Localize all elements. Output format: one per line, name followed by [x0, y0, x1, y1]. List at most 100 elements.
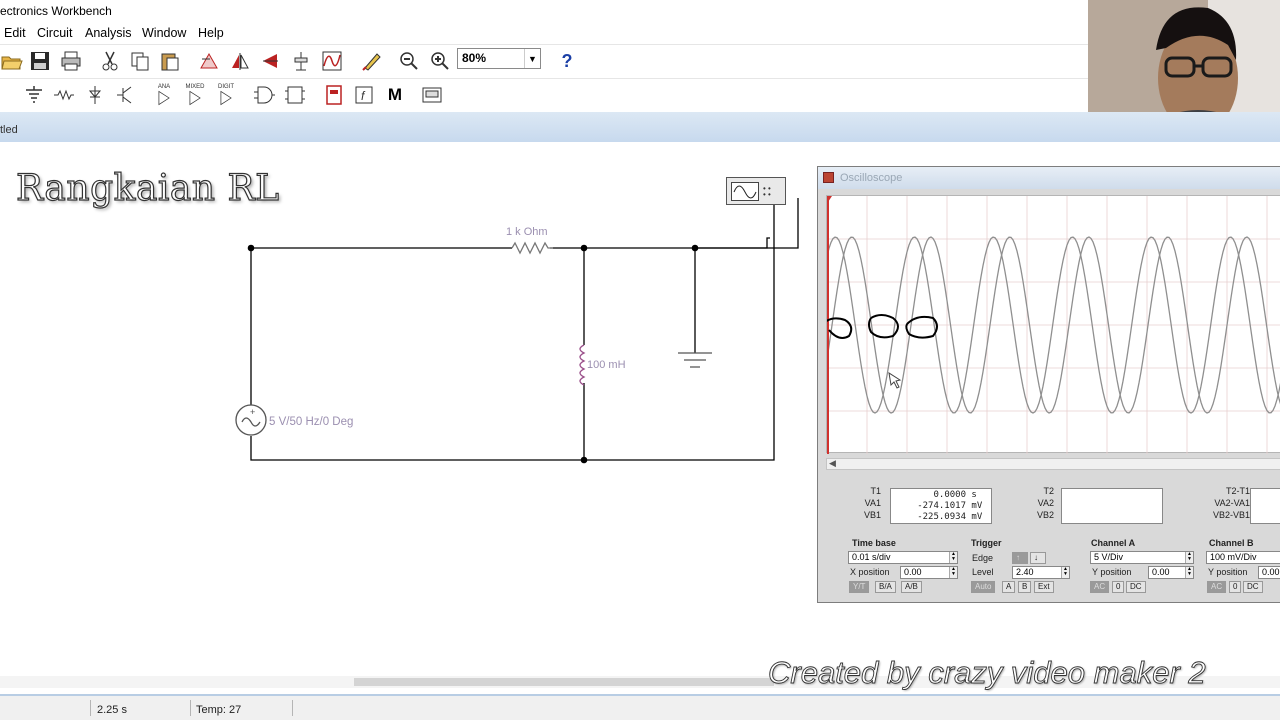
spin-icon[interactable]: ▲ ▼ [1061, 567, 1069, 578]
t2-label: T2 [1043, 486, 1054, 496]
terminal-dots-icon: • • • • [763, 184, 771, 199]
xpos-label: X position [850, 567, 890, 577]
oscilloscope-instrument-icon[interactable]: • • • • [726, 177, 786, 205]
wire-scope-channel-b [695, 198, 799, 249]
channel-a-ypos-input[interactable]: 0.00 ▲ ▼ [1148, 566, 1194, 579]
channel-b-scale-select[interactable]: 100 mV/Div [1206, 551, 1280, 564]
channel-a-title: Channel A [1091, 538, 1136, 548]
ba-button[interactable]: B/A [875, 581, 896, 593]
oscilloscope-title: Oscilloscope [840, 172, 903, 184]
readout-labels-2: T2 VA2 VB2 [1028, 485, 1054, 525]
va1-value: -274.1017 [917, 501, 966, 511]
va2-label: VA2 [1037, 498, 1054, 508]
vb1-unit: mV [971, 512, 983, 522]
mouse-cursor-icon [888, 371, 902, 389]
trigger-b-button[interactable]: B [1018, 581, 1032, 593]
scroll-left-icon[interactable]: ◀ [829, 458, 836, 469]
trigger-title: Trigger [971, 538, 1002, 548]
timebase-title: Time base [852, 538, 896, 548]
status-divider [90, 700, 91, 716]
yt-button[interactable]: Y/T [849, 581, 870, 593]
readout-labels-1: T1 VA1 VB1 [853, 485, 881, 525]
xpos-value: 0.00 [904, 567, 922, 577]
level-input[interactable]: 2.40 ▲ ▼ [1012, 566, 1070, 579]
channel-b-dc-button[interactable]: DC [1243, 581, 1263, 593]
spin-icon[interactable]: ▲ ▼ [949, 552, 957, 563]
source-label: 5 V/50 Hz/0 Deg [269, 416, 354, 428]
channel-a-zero-button[interactable]: 0 [1112, 581, 1125, 593]
timebase-value: 0.01 s/div [852, 552, 891, 562]
channel-a-ypos-value: 0.00 [1152, 567, 1170, 577]
trigger-ext-button[interactable]: Ext [1034, 581, 1054, 593]
rising-edge-icon: ↑ [1016, 553, 1020, 562]
va1-unit: mV [971, 501, 983, 511]
va2va1-label: VA2-VA1 [1214, 498, 1250, 508]
t2t1-label: T2-T1 [1225, 486, 1250, 496]
watermark-text: Created by crazy video maker 2 [768, 655, 1207, 691]
level-label: Level [972, 567, 994, 577]
junction-node [247, 244, 255, 252]
channel-a-scale-value: 5 V/Div [1094, 552, 1124, 562]
status-divider [190, 700, 191, 716]
oscilloscope-window: Oscilloscope ◀ T1 VA1 VB1 0.0000 s -274.… [817, 166, 1280, 603]
simulation-time: 2.25 s [97, 704, 127, 716]
vb2-label: VB2 [1036, 510, 1054, 520]
sine-icon [241, 417, 261, 427]
oscilloscope-titlebar: Oscilloscope [818, 167, 1280, 189]
oscilloscope-scrollbar[interactable]: ◀ [826, 458, 1280, 470]
edge-label: Edge [972, 553, 994, 563]
scrollbar-thumb[interactable] [354, 678, 774, 686]
t1-label: T1 [870, 486, 881, 496]
junction-node [691, 244, 699, 252]
vb1-value: -225.0934 [917, 512, 966, 522]
oscilloscope-icon [823, 172, 834, 183]
inductor-label: 100 mH [587, 359, 626, 371]
spin-icon[interactable]: ▲ ▼ [1185, 552, 1193, 563]
inductor-symbol [579, 344, 586, 386]
t1-unit: s [971, 490, 977, 500]
channel-b-ypos-value: 0.00 [1262, 567, 1280, 577]
t1-value: 0.0000 [933, 490, 966, 500]
ab-button[interactable]: A/B [901, 581, 922, 593]
readout-labels-diff: T2-T1 VA2-VA1 VB2-VB1 [1196, 485, 1250, 525]
vb1-label: VB1 [863, 510, 881, 520]
xpos-input[interactable]: 0.00 ▲ ▼ [900, 566, 958, 579]
falling-edge-icon: ↓ [1034, 553, 1038, 562]
resistor-symbol [511, 241, 553, 255]
channel-a-ac-button[interactable]: AC [1090, 581, 1110, 593]
channel-a-dc-button[interactable]: DC [1126, 581, 1146, 593]
edge-rising-button[interactable]: ↑ [1012, 552, 1028, 564]
trigger-auto-button[interactable]: Auto [971, 581, 996, 593]
spin-icon[interactable]: ▲ ▼ [1185, 567, 1193, 578]
workbench-window: ectronics Workbench Edit Circuit Analysi… [0, 0, 1280, 720]
level-value: 2.40 [1016, 567, 1034, 577]
scope-screen-icon [731, 182, 759, 201]
spin-icon[interactable]: ▲ ▼ [949, 567, 957, 578]
channel-b-zero-button[interactable]: 0 [1229, 581, 1242, 593]
readout-t1-display: 0.0000 s -274.1017 mV -225.0934 mV [890, 488, 992, 524]
trigger-a-button[interactable]: A [1002, 581, 1016, 593]
channel-b-ac-button[interactable]: AC [1207, 581, 1227, 593]
va1-label: VA1 [864, 498, 881, 508]
ground-symbol [678, 352, 712, 368]
junction-node [580, 456, 588, 464]
timebase-select[interactable]: 0.01 s/div ▲ ▼ [848, 551, 958, 564]
sine-wave-icon [733, 185, 757, 199]
channel-b-ypos-label: Y position [1208, 567, 1248, 577]
plus-icon: + [250, 407, 255, 417]
channel-b-scale-value: 100 mV/Div [1210, 552, 1257, 562]
status-bar: 2.25 s Temp: 27 [0, 694, 1280, 720]
waveform-plot [824, 196, 1280, 454]
channel-a-scale-select[interactable]: 5 V/Div ▲ ▼ [1090, 551, 1194, 564]
temperature: Temp: 27 [196, 704, 242, 716]
status-divider [292, 700, 293, 716]
channel-b-ypos-input[interactable]: 0.00 [1258, 566, 1280, 579]
oscilloscope-display[interactable] [824, 195, 1280, 454]
readout-diff-display [1250, 488, 1280, 524]
edge-falling-button[interactable]: ↓ [1030, 552, 1046, 564]
channel-b-title: Channel B [1209, 538, 1254, 548]
resistor-label: 1 k Ohm [506, 226, 548, 238]
cursor-marker-icon [824, 196, 832, 202]
annotation-scribbles [824, 314, 938, 339]
junction-node [580, 244, 588, 252]
